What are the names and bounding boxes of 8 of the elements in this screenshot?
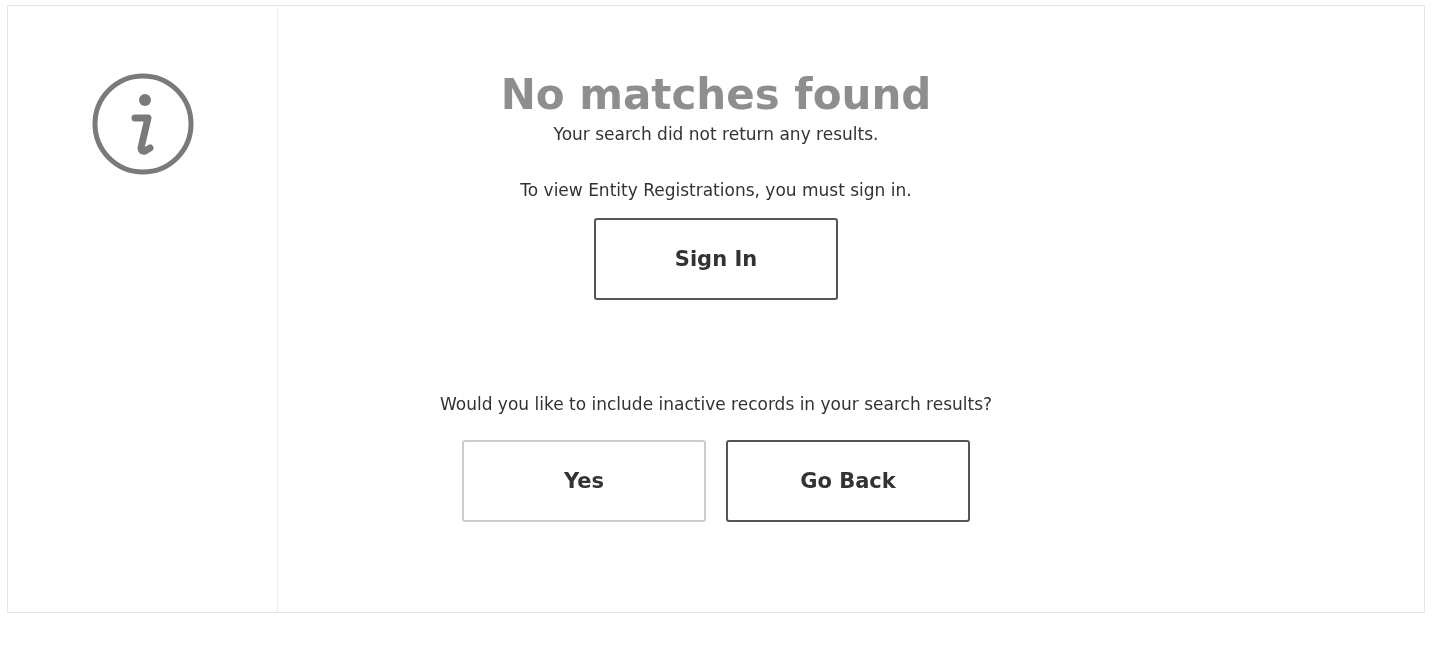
go-back-button[interactable]: Go Back [726,440,970,523]
sign-in-prompt: To view Entity Registrations, you must sign in. [520,180,912,201]
sign-in-button[interactable]: Sign In [594,218,838,301]
heading: No matches found [500,70,932,121]
subtitle: Your search did not return any results. [553,124,879,145]
yes-button[interactable]: Yes [462,440,706,523]
question-text: Would you like to include inactive records in your search results? [439,394,993,415]
info-icon [90,72,195,176]
